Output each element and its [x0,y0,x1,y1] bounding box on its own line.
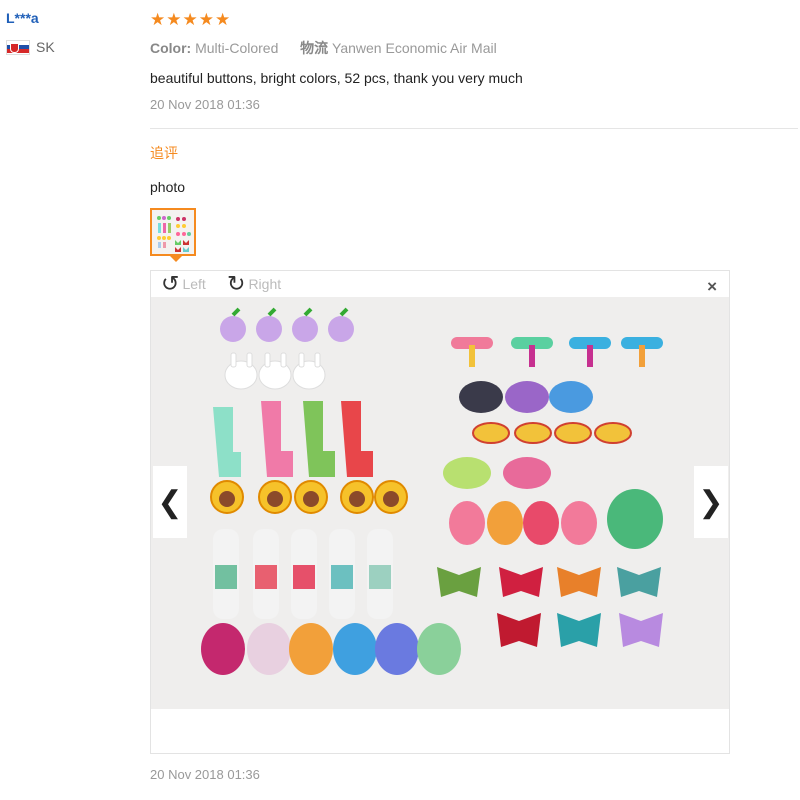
rotate-left-label: Left [182,276,206,292]
followup-date: 20 Nov 2018 01:36 [150,767,260,782]
shipping-label: 物流 [300,40,329,56]
thumbnail-pointer [170,256,182,262]
rotate-left-icon: ↺ [161,271,180,296]
close-icon[interactable]: × [707,277,717,297]
previous-photo-button[interactable]: ❮ [153,466,187,538]
rotate-right-icon: ↻ [227,271,246,296]
color-value: Multi-Colored [195,40,279,56]
next-photo-button[interactable]: ❯ [694,466,728,538]
buttons-photo [151,297,729,709]
rotate-left-button[interactable]: ↺ Left [161,273,206,295]
shipping-value: Yanwen Economic Air Mail [332,40,497,56]
review-date: 20 Nov 2018 01:36 [150,97,260,112]
divider [150,128,798,129]
reviewer-name: L***a [6,10,39,26]
review-comment: beautiful buttons, bright colors, 52 pcs… [150,70,523,86]
country-code: SK [36,39,55,55]
followup-title: 追评 [150,145,178,161]
reviewer-country: SK [6,39,55,55]
reviewer-info: L***a SK [6,10,55,55]
chevron-left-icon: ❮ [157,485,183,519]
star-rating: ★★★★★ [150,10,232,29]
review-photo [151,297,729,709]
photo-thumbnail[interactable] [150,208,196,256]
rotate-right-button[interactable]: ↻ Right [227,273,281,295]
chevron-right-icon: ❯ [698,485,724,519]
color-label: Color: [150,40,192,56]
order-meta: Color: Multi-Colored 物流 Yanwen Economic … [150,38,497,58]
followup-text: photo [150,179,186,195]
viewer-toolbar: ↺ Left ↻ Right × [151,271,729,297]
rotate-right-label: Right [248,276,282,292]
photo-viewer: ↺ Left ↻ Right × [150,270,730,754]
slovakia-flag-icon [6,39,30,55]
